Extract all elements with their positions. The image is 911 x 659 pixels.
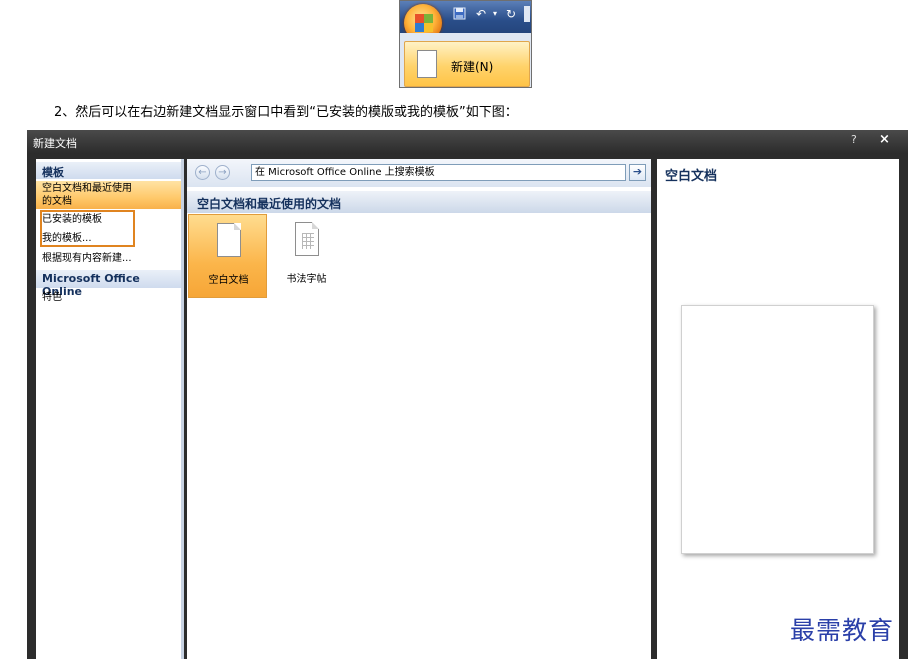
office-logo-icon	[415, 14, 424, 23]
forward-button[interactable]: →	[215, 165, 230, 180]
back-button[interactable]: ←	[195, 165, 210, 180]
new-menu-item[interactable]: 新建(N)	[404, 41, 530, 87]
template-gallery-pane: ← → 在 Microsoft Office Online 上搜索模板 ➔ 空白…	[187, 159, 651, 659]
search-input[interactable]: 在 Microsoft Office Online 上搜索模板	[251, 164, 626, 181]
templates-header: 模板	[36, 162, 181, 179]
office-menu-screenshot: ↶ ▾ ↻ 新建(N)	[399, 0, 532, 88]
template-tile-calligraphy[interactable]: 书法字帖	[267, 214, 346, 298]
section-header: 空白文档和最近使用的文档	[187, 191, 651, 213]
dialog-titlebar: 新建文档 ? ×	[27, 130, 908, 154]
office-menu: 新建(N)	[400, 33, 531, 87]
new-menu-label: 新建(N)	[451, 60, 494, 74]
template-tile-blank[interactable]: 空白文档	[188, 214, 267, 298]
calligraphy-document-icon	[295, 222, 319, 256]
sidebar-item-label: 的文档	[42, 196, 72, 207]
quick-access-toolbar: ↶ ▾ ↻	[400, 1, 531, 42]
sidebar-item-new-from-existing[interactable]: 根据现有内容新建...	[42, 252, 132, 265]
office-logo-icon-part	[424, 14, 433, 23]
dialog-title: 新建文档	[33, 137, 77, 150]
search-bar: ← → 在 Microsoft Office Online 上搜索模板 ➔	[187, 159, 651, 187]
office-logo-icon-part	[424, 23, 433, 32]
preview-title: 空白文档	[665, 169, 718, 184]
document-preview	[681, 305, 874, 554]
undo-icon[interactable]: ↶	[474, 7, 488, 21]
watermark-logo: 最需教育	[790, 616, 895, 645]
office-logo-icon-part	[415, 23, 424, 32]
preview-pane: 空白文档	[657, 159, 899, 659]
templates-header-label: 模板	[42, 166, 64, 179]
new-document-dialog: 新建文档 ? × 模板 空白文档和最近使用 的文档 已安装的模板 我的模板...…	[27, 130, 908, 659]
help-button[interactable]: ?	[851, 133, 857, 146]
online-header: Microsoft Office Online	[36, 270, 181, 298]
close-button[interactable]: ×	[879, 132, 890, 147]
new-document-icon	[417, 50, 437, 78]
sidebar-item-featured[interactable]: 特色	[42, 291, 62, 304]
search-go-button[interactable]: ➔	[629, 164, 646, 181]
tile-label: 空白文档	[208, 275, 249, 286]
toolbar-separator	[524, 6, 530, 22]
sidebar-item-label: 空白文档和最近使用	[42, 183, 132, 194]
online-header-label: Microsoft Office Online	[42, 272, 140, 298]
redo-icon[interactable]: ↻	[504, 7, 518, 21]
sidebar-item-installed-templates[interactable]: 已安装的模板	[42, 213, 102, 226]
instruction-caption: 2、然后可以在右边新建文档显示窗口中看到“已安装的模版或我的模板”如下图：	[54, 105, 518, 120]
section-title: 空白文档和最近使用的文档	[197, 197, 342, 211]
tile-label: 书法字帖	[286, 274, 327, 285]
save-icon[interactable]	[452, 7, 466, 21]
sidebar-item-blank-recent[interactable]: 空白文档和最近使用 的文档	[36, 181, 181, 209]
blank-document-icon	[217, 223, 241, 257]
sidebar-item-my-templates[interactable]: 我的模板...	[42, 232, 92, 245]
chevron-down-icon[interactable]: ▾	[488, 7, 502, 21]
templates-pane: 模板 空白文档和最近使用 的文档 已安装的模板 我的模板... 根据现有内容新建…	[36, 159, 184, 659]
